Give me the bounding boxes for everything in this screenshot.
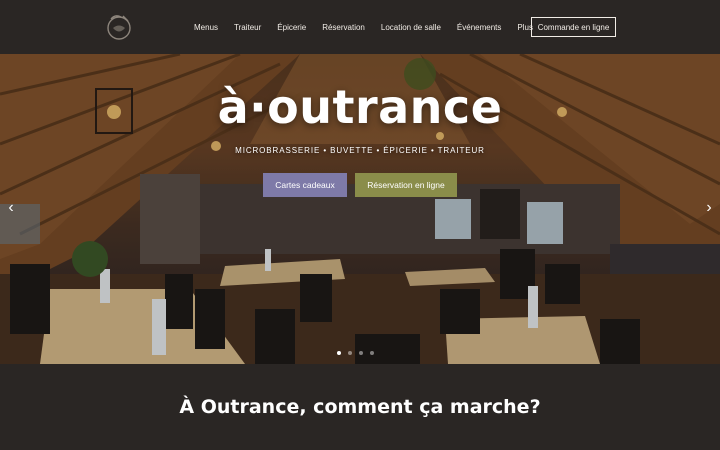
nav-menus[interactable]: Menus [194,23,218,32]
slider-pagination [337,351,374,355]
main-nav: Menus Traiteur Épicerie Réservation Loca… [186,17,541,37]
brand-wordmark: à·outrance [217,80,503,134]
slide-dot-3[interactable] [359,351,363,355]
hero-tagline: MICROBRASSERIE • BUVETTE • ÉPICERIE • TR… [235,146,485,155]
nav-reservation[interactable]: Réservation [322,23,365,32]
chevron-left-icon[interactable]: ‹ [4,200,18,216]
nav-evenements[interactable]: Événements [457,23,501,32]
section-heading: À Outrance, comment ça marche? [179,396,541,418]
nav-location-de-salle[interactable]: Location de salle [381,23,441,32]
online-reservation-button[interactable]: Réservation en ligne [355,173,457,197]
hero-slider: à·outrance MICROBRASSERIE • BUVETTE • ÉP… [0,54,720,364]
chevron-right-icon[interactable]: › [702,200,716,216]
site-header: Menus Traiteur Épicerie Réservation Loca… [0,0,720,54]
slide-dot-4[interactable] [370,351,374,355]
slide-dot-1[interactable] [337,351,341,355]
nav-epicerie[interactable]: Épicerie [277,23,306,32]
kettle-logo-icon[interactable] [103,11,135,43]
gift-cards-button[interactable]: Cartes cadeaux [263,173,347,197]
nav-traiteur[interactable]: Traiteur [234,23,261,32]
slide-dot-2[interactable] [348,351,352,355]
order-online-button[interactable]: Commande en ligne [531,17,616,37]
